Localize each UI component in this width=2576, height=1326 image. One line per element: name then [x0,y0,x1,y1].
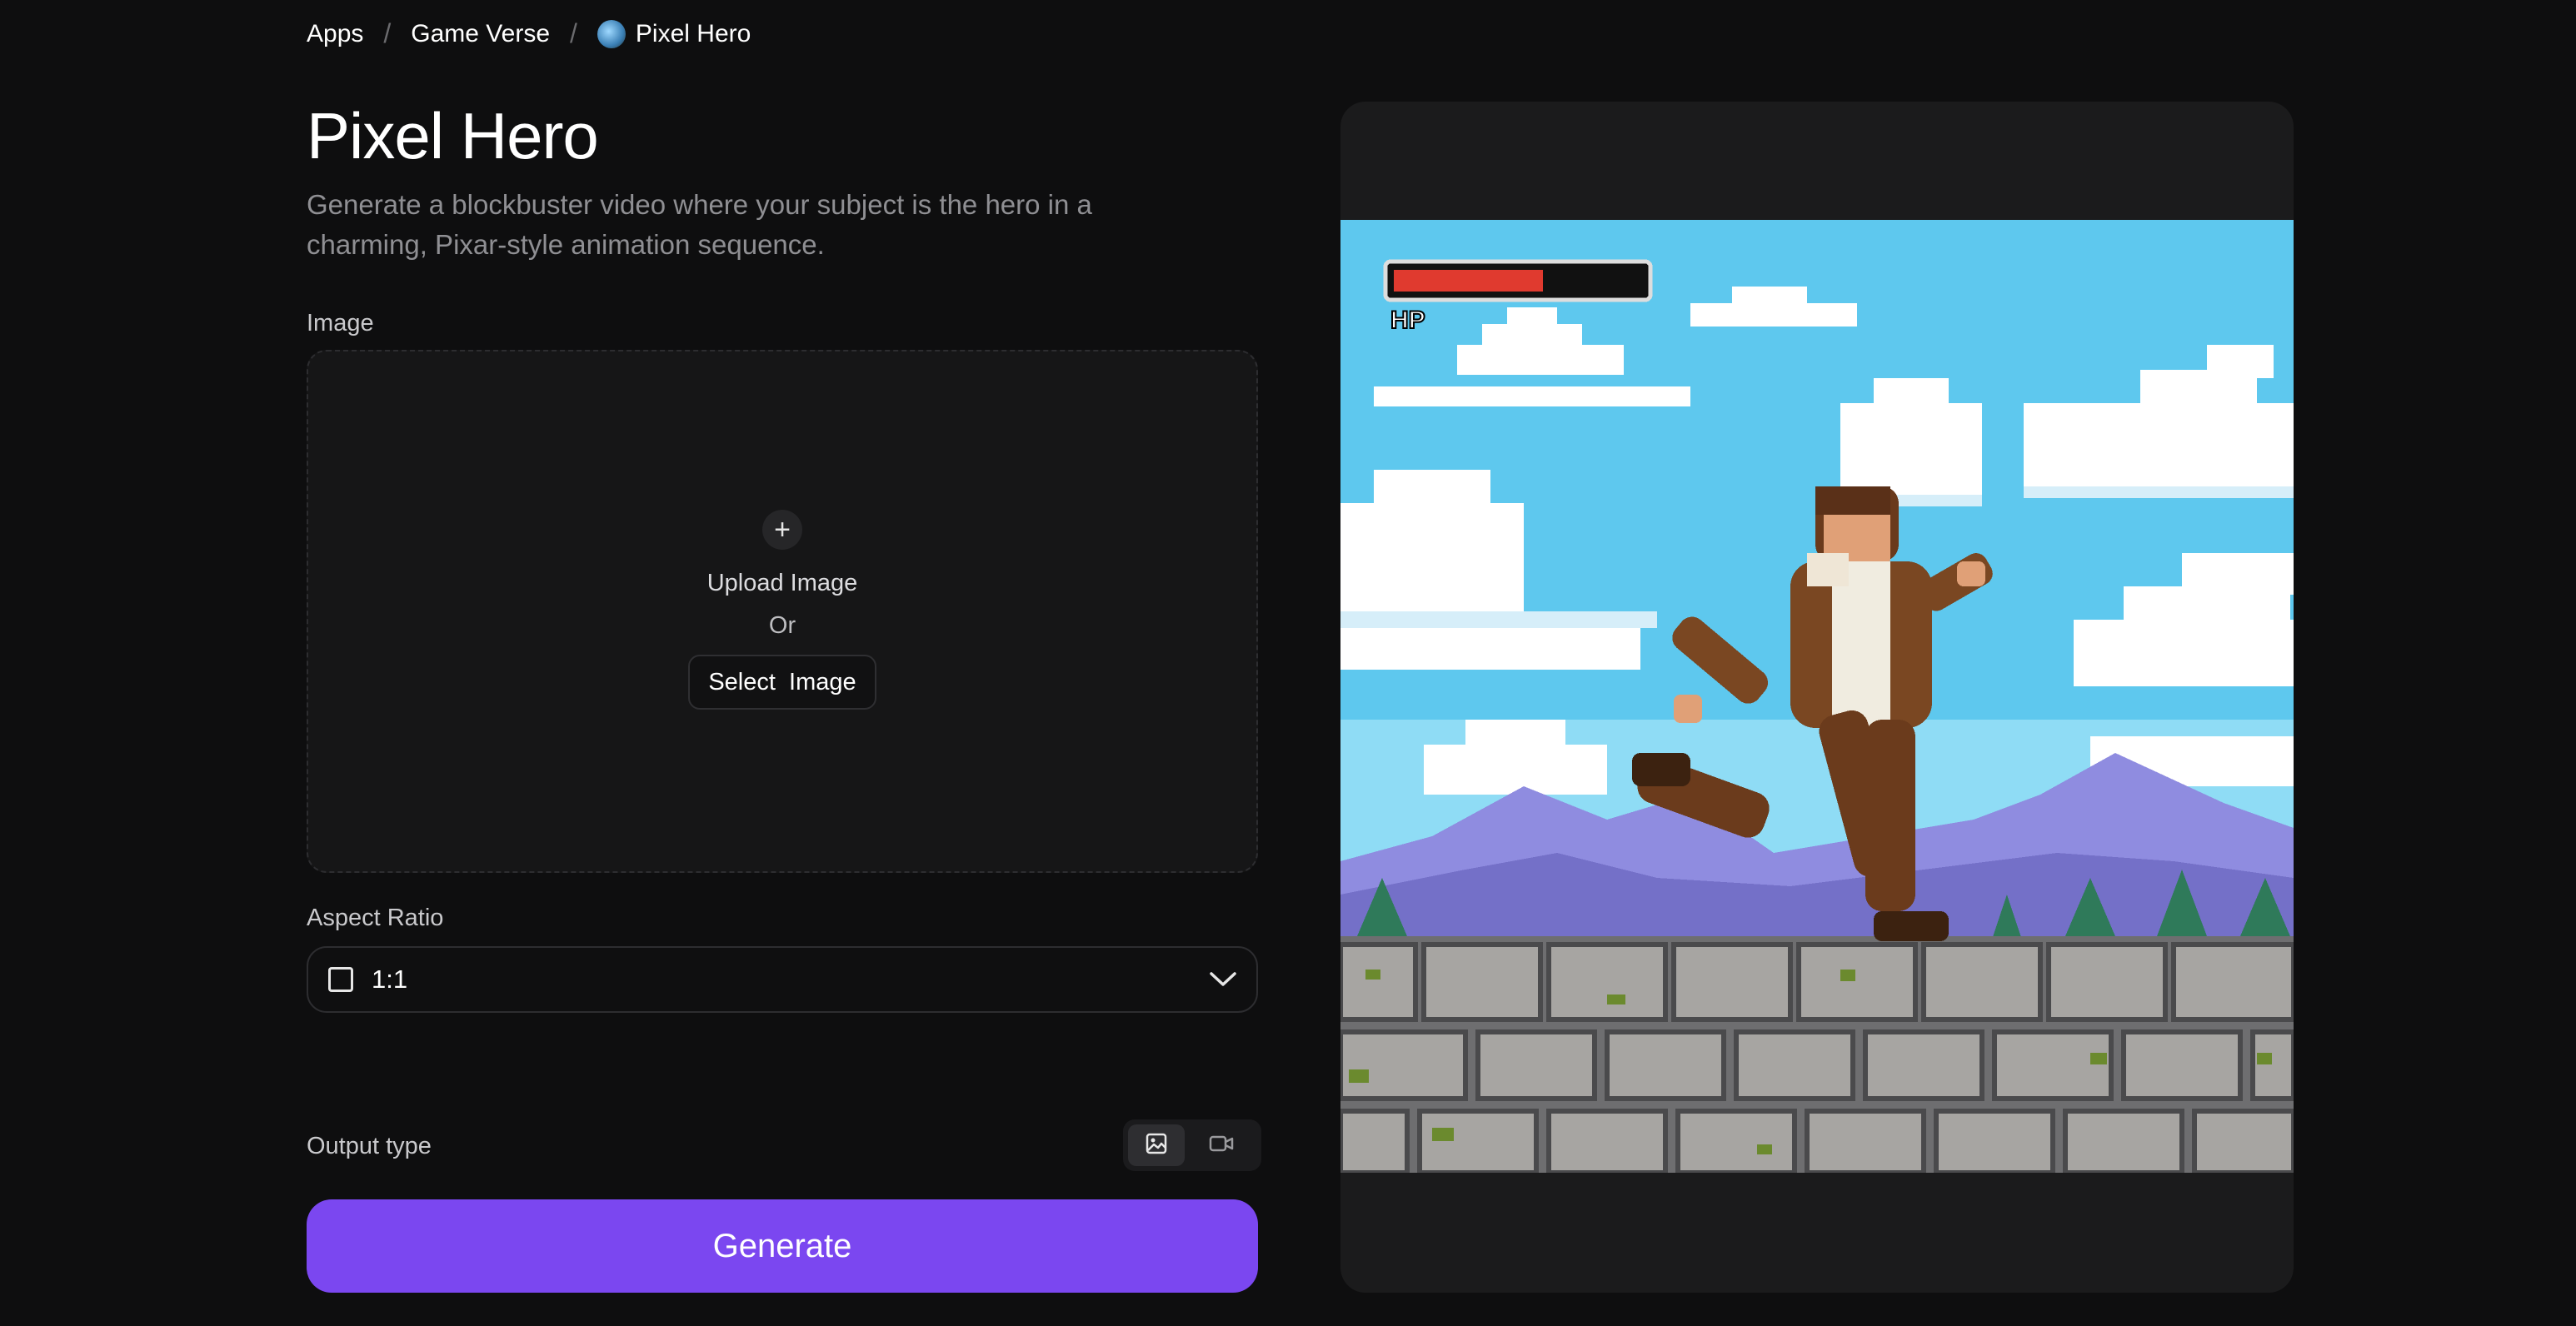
preview-panel: HP [1340,102,2294,1293]
output-image-toggle[interactable] [1128,1124,1185,1166]
video-icon [1209,1134,1234,1158]
image-dropzone[interactable]: + Upload Image Or Select Image [307,350,1258,873]
breadcrumb-current-label: Pixel Hero [635,19,751,47]
or-text: Or [768,612,796,639]
aspect-ratio-value: 1:1 [372,965,408,994]
square-icon [328,967,353,992]
breadcrumb-separator: / [383,18,392,48]
upload-image-text: Upload Image [706,570,858,596]
output-video-toggle[interactable] [1193,1124,1250,1166]
breadcrumb: Apps / Game Verse / Pixel Hero [307,18,751,49]
select-image-button[interactable]: Select Image [688,655,876,710]
breadcrumb-separator: / [570,18,577,48]
breadcrumb-current: Pixel Hero [597,19,751,48]
generate-button[interactable]: Generate [307,1199,1258,1293]
breadcrumb-game-verse[interactable]: Game Verse [411,20,550,48]
aspect-ratio-select[interactable]: 1:1 [307,946,1258,1013]
output-type-toggle [1123,1119,1261,1171]
dropzone-content: + Upload Image Or Select Image [308,510,1256,710]
hp-label: HP [1390,307,1425,334]
image-icon [1145,1132,1168,1159]
breadcrumb-apps[interactable]: Apps [307,20,363,48]
image-label: Image [307,310,374,336]
app-avatar-icon [597,19,626,48]
chevron-down-icon [1208,965,1238,994]
hp-bar-fill [1394,270,1543,292]
output-type-label: Output type [307,1133,432,1159]
page-title: Pixel Hero [307,99,599,172]
plus-icon[interactable]: + [762,510,802,550]
aspect-ratio-label: Aspect Ratio [307,905,444,931]
preview-image: HP [1340,220,2294,1173]
page-description: Generate a blockbuster video where your … [307,189,1092,260]
